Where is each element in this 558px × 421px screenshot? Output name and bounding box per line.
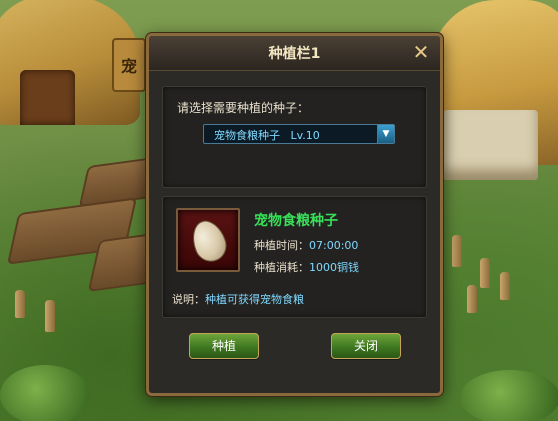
description-text: 种植可获得宠物食粮 <box>205 293 304 306</box>
plant-button[interactable]: 种植 <box>189 333 259 359</box>
seed-icon <box>186 215 232 267</box>
seed-info-panel: 宠物食粮种子 种植时间：07:00:00 种植消耗：1000铜钱 说明：种植可获… <box>162 196 427 318</box>
bush <box>460 370 558 421</box>
planting-dialog: 种植栏1 ✕ 请选择需要种植的种子： 宠物食粮种子 Lv.10 ▼ 宠物食粮种子… <box>146 33 443 396</box>
fence-post <box>452 235 462 267</box>
seed-prompt: 请选择需要种植的种子： <box>177 101 310 115</box>
bush <box>0 365 90 421</box>
seed-dropdown[interactable]: 宠物食粮种子 Lv.10 ▼ <box>203 124 395 144</box>
dialog-title-bar: 种植栏1 ✕ <box>149 36 440 71</box>
right-hut-wall <box>443 110 538 180</box>
plant-cost-label: 种植消耗： <box>254 261 309 274</box>
plant-cost-value: 1000铜钱 <box>309 261 359 274</box>
fence-post <box>480 258 490 288</box>
fence-post <box>467 285 477 313</box>
fence-post <box>500 272 510 300</box>
seed-dropdown-value: 宠物食粮种子 Lv.10 <box>214 129 320 142</box>
seed-description: 说明：种植可获得宠物食粮 <box>172 291 304 307</box>
pet-sign: 宠 <box>112 38 146 92</box>
fence-post <box>15 290 25 318</box>
plant-time-row: 种植时间：07:00:00 <box>254 237 358 253</box>
seed-select-panel: 请选择需要种植的种子： 宠物食粮种子 Lv.10 ▼ <box>162 86 427 188</box>
fence-post <box>45 300 55 332</box>
dialog-title: 种植栏1 <box>268 46 321 62</box>
close-button[interactable]: 关闭 <box>331 333 401 359</box>
seed-name: 宠物食粮种子 <box>254 213 338 229</box>
close-icon[interactable]: ✕ <box>410 41 432 63</box>
chevron-down-icon[interactable]: ▼ <box>377 125 394 143</box>
plant-cost-row: 种植消耗：1000铜钱 <box>254 259 359 275</box>
seed-icon-frame <box>176 208 240 272</box>
description-label: 说明： <box>172 293 205 306</box>
plant-time-value: 07:00:00 <box>309 239 359 252</box>
left-hut-door <box>20 70 75 125</box>
plant-time-label: 种植时间： <box>254 239 309 252</box>
